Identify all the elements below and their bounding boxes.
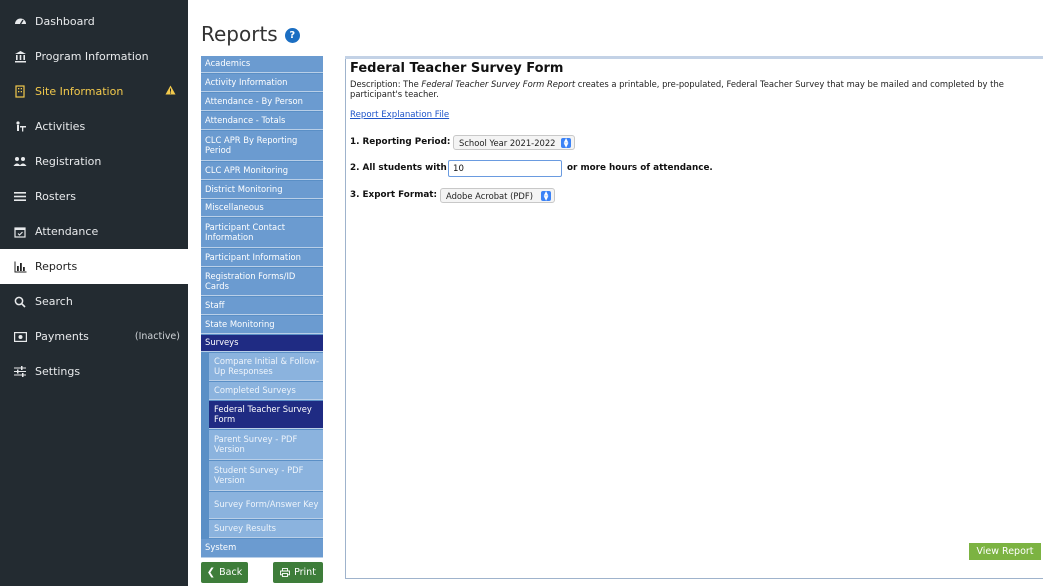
sidebar-item-program-information[interactable]: Program Information bbox=[0, 39, 188, 74]
report-menu-subitem-student-survey-pdf[interactable]: Student Survey - PDF Version bbox=[209, 461, 323, 491]
printer-icon bbox=[280, 568, 291, 577]
sidebar-item-payments[interactable]: Payments (Inactive) bbox=[0, 319, 188, 354]
print-button[interactable]: Print bbox=[273, 562, 323, 583]
report-menu-item-surveys[interactable]: Surveys bbox=[201, 335, 323, 352]
inactive-tag: (Inactive) bbox=[134, 331, 180, 342]
sidebar-item-settings[interactable]: Settings bbox=[0, 354, 188, 389]
report-menu-item-system[interactable]: System bbox=[201, 539, 323, 558]
desc-report-name: Federal Teacher Survey Form Report bbox=[421, 79, 576, 89]
report-menu-item-participant-contact-information[interactable]: Participant Contact Information bbox=[201, 218, 323, 248]
hours-input[interactable] bbox=[448, 160, 562, 177]
activities-icon bbox=[12, 119, 28, 135]
select-arrows-icon: ▲ ▼ bbox=[541, 191, 551, 202]
sidebar-item-search[interactable]: Search bbox=[0, 284, 188, 319]
reporting-period-select[interactable]: School Year 2021-2022 ▲ ▼ bbox=[453, 135, 575, 150]
report-menu-item-district-monitoring[interactable]: District Monitoring bbox=[201, 181, 323, 199]
report-menu-item-activity-information[interactable]: Activity Information bbox=[201, 74, 323, 92]
hours-label: 2. All students with bbox=[350, 163, 447, 173]
sidebar-item-registration[interactable]: Registration bbox=[0, 144, 188, 179]
report-menu-subitem-survey-form-answer-key[interactable]: Survey Form/Answer Key bbox=[209, 492, 323, 519]
export-format-label: 3. Export Format: bbox=[350, 190, 438, 200]
sidebar-item-label: Activities bbox=[35, 120, 86, 133]
bar-chart-icon bbox=[12, 259, 28, 275]
sidebar-item-activities[interactable]: Activities bbox=[0, 109, 188, 144]
sidebar-item-label: Dashboard bbox=[35, 15, 95, 28]
report-explanation-link[interactable]: Report Explanation File bbox=[350, 110, 449, 120]
sidebar-item-label: Reports bbox=[35, 260, 78, 273]
report-menu-subitem-completed-surveys[interactable]: Completed Surveys bbox=[209, 382, 323, 400]
sidebar-item-site-information[interactable]: Site Information bbox=[0, 74, 188, 109]
panel-top-border bbox=[345, 56, 1043, 59]
sidebar-item-reports[interactable]: Reports bbox=[0, 249, 188, 284]
report-menu-item-attendance-by-person[interactable]: Attendance - By Person bbox=[201, 93, 323, 111]
reporting-period-value: School Year 2021-2022 bbox=[459, 137, 556, 148]
sidebar-item-label: Payments bbox=[35, 330, 89, 343]
sidebar-item-rosters[interactable]: Rosters bbox=[0, 179, 188, 214]
report-form-panel bbox=[345, 56, 1043, 579]
help-icon[interactable]: ? bbox=[284, 28, 300, 43]
back-label: Back bbox=[219, 567, 243, 578]
sidebar-item-label: Attendance bbox=[35, 225, 99, 238]
page-title: Reports ? bbox=[201, 22, 300, 46]
back-button[interactable]: ❮ Back bbox=[201, 562, 248, 583]
sidebar-item-dashboard[interactable]: Dashboard bbox=[0, 4, 188, 39]
sidebar-item-label: Registration bbox=[35, 155, 102, 168]
sidebar-item-attendance[interactable]: Attendance bbox=[0, 214, 188, 249]
app: Dashboard Program Information Site Infor… bbox=[0, 0, 1043, 586]
sidebar-item-label: Rosters bbox=[35, 190, 76, 203]
report-menu-item-miscellaneous[interactable]: Miscellaneous bbox=[201, 200, 323, 217]
building-icon bbox=[12, 84, 28, 100]
users-icon bbox=[12, 154, 28, 170]
report-menu-subitem-compare-initial-follow-up[interactable]: Compare Initial & Follow-Up Responses bbox=[209, 353, 323, 381]
reporting-period-label: 1. Reporting Period: bbox=[350, 137, 451, 147]
dashboard-icon bbox=[12, 14, 28, 30]
sliders-icon bbox=[12, 364, 28, 380]
export-format-value: Adobe Acrobat (PDF) bbox=[446, 190, 533, 201]
calendar-icon bbox=[12, 224, 28, 240]
print-label: Print bbox=[294, 567, 316, 578]
sidebar-item-label: Search bbox=[35, 295, 73, 308]
warning-icon bbox=[165, 85, 176, 98]
report-menu-subitem-parent-survey-pdf[interactable]: Parent Survey - PDF Version bbox=[209, 430, 323, 460]
hours-suffix: or more hours of attendance. bbox=[567, 163, 713, 173]
search-icon bbox=[12, 294, 28, 310]
sidebar-item-label: Site Information bbox=[35, 85, 124, 98]
export-format-select[interactable]: Adobe Acrobat (PDF) ▲ ▼ bbox=[440, 188, 555, 203]
sidebar: Dashboard Program Information Site Infor… bbox=[0, 0, 188, 586]
report-menu-item-academics[interactable]: Academics bbox=[201, 56, 323, 73]
report-menu-item-staff[interactable]: Staff bbox=[201, 297, 323, 315]
desc-prefix: Description: The bbox=[350, 79, 422, 89]
sidebar-item-label: Program Information bbox=[35, 50, 149, 63]
list-icon bbox=[12, 189, 28, 205]
form-description: Description: The Federal Teacher Survey … bbox=[350, 79, 1038, 99]
report-menu-item-participant-information[interactable]: Participant Information bbox=[201, 249, 323, 267]
bank-icon bbox=[12, 49, 28, 65]
form-title: Federal Teacher Survey Form bbox=[350, 61, 564, 76]
money-icon bbox=[12, 329, 28, 345]
report-menu-subitem-survey-results[interactable]: Survey Results bbox=[209, 520, 323, 538]
report-menu-item-state-monitoring[interactable]: State Monitoring bbox=[201, 316, 323, 334]
report-menu-item-clc-apr-by-reporting-period[interactable]: CLC APR By Reporting Period bbox=[201, 131, 323, 161]
report-menu-item-attendance-totals[interactable]: Attendance - Totals bbox=[201, 112, 323, 130]
select-arrows-icon: ▲ ▼ bbox=[561, 138, 571, 149]
sidebar-item-label: Settings bbox=[35, 365, 81, 378]
chevron-left-icon: ❮ bbox=[206, 567, 216, 578]
report-menu-subitem-federal-teacher-survey-form[interactable]: Federal Teacher Survey Form bbox=[209, 401, 323, 429]
report-menu-item-registration-forms-id-cards[interactable]: Registration Forms/ID Cards bbox=[201, 268, 323, 296]
report-menu-item-clc-apr-monitoring[interactable]: CLC APR Monitoring bbox=[201, 162, 323, 180]
view-report-button[interactable]: View Report bbox=[969, 543, 1041, 560]
page-title-text: Reports bbox=[201, 22, 278, 46]
